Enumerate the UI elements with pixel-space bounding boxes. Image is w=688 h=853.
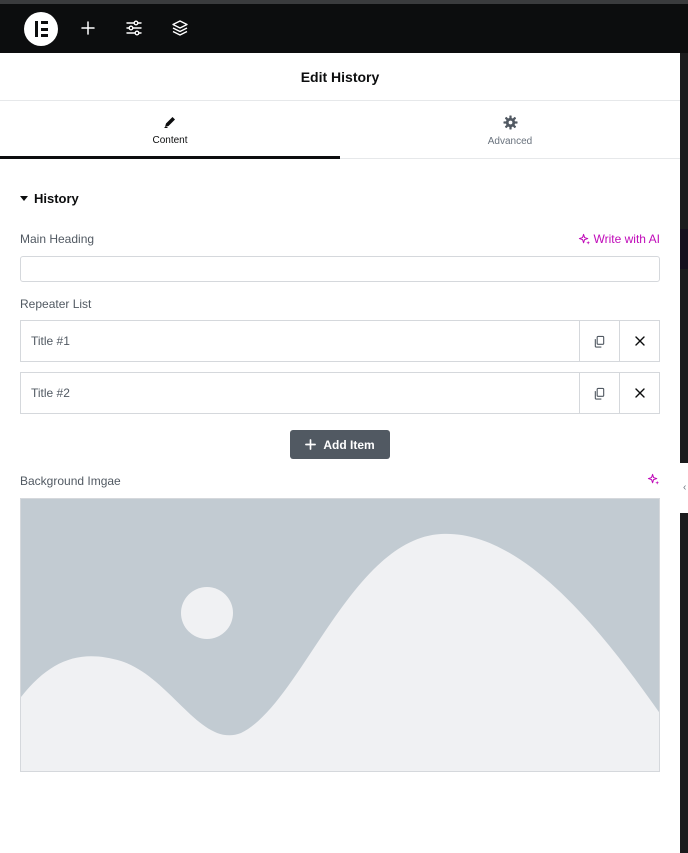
ai-image-button[interactable]	[647, 473, 660, 491]
caret-down-icon	[20, 196, 28, 201]
remove-item-button[interactable]	[619, 373, 659, 413]
ai-sparkle-icon	[647, 473, 660, 485]
repeater-item-title[interactable]: Title #2	[21, 373, 579, 413]
ai-sparkle-icon	[578, 233, 590, 245]
preview-edge: ‹	[680, 53, 688, 853]
logo-bar	[41, 27, 48, 31]
close-icon	[634, 336, 645, 346]
layers-icon	[172, 20, 188, 36]
logo-bar	[35, 21, 38, 37]
close-icon	[634, 388, 645, 398]
add-item-button[interactable]: Add Item	[290, 430, 390, 459]
duplicate-item-button[interactable]	[579, 373, 619, 413]
tab-content-label: Content	[152, 135, 188, 146]
editor-panel: Edit History Content Advanced History Ma…	[0, 53, 680, 853]
copy-icon	[594, 335, 605, 348]
section-title: History	[34, 191, 79, 206]
main-heading-label: Main Heading	[20, 232, 95, 246]
tab-content[interactable]: Content	[0, 101, 340, 159]
write-with-ai-label: Write with AI	[593, 232, 660, 246]
remove-item-button[interactable]	[619, 321, 659, 361]
logo-bar	[41, 21, 48, 24]
repeater-item: Title #1	[20, 320, 660, 362]
add-element-button[interactable]	[76, 16, 100, 40]
sliders-icon	[126, 20, 142, 36]
panel-tabs: Content Advanced	[0, 101, 680, 159]
copy-icon	[594, 387, 605, 400]
add-item-label: Add Item	[323, 437, 375, 452]
tab-advanced-label: Advanced	[487, 135, 533, 147]
plus-icon	[81, 21, 95, 35]
repeater-item-title[interactable]: Title #1	[21, 321, 579, 361]
panel-title: Edit History	[0, 53, 680, 101]
section-toggle-history[interactable]: History	[20, 191, 79, 206]
site-settings-button[interactable]	[122, 16, 146, 40]
pencil-icon	[164, 117, 175, 128]
elementor-logo[interactable]	[24, 12, 58, 46]
write-with-ai-button[interactable]: Write with AI	[578, 232, 660, 246]
main-heading-input[interactable]	[20, 256, 660, 282]
image-placeholder-icon	[21, 499, 659, 771]
editor-topbar	[0, 0, 688, 53]
collapse-panel-tab[interactable]: ‹	[680, 463, 688, 513]
plus-icon	[305, 439, 317, 450]
chevron-left-icon: ‹	[683, 482, 687, 493]
repeater-item: Title #2	[20, 372, 660, 414]
background-image-label: Background Imgae	[20, 474, 121, 488]
gear-icon	[502, 114, 518, 130]
logo-bar	[41, 34, 48, 37]
background-image-picker[interactable]	[20, 498, 660, 772]
repeater-list-label: Repeater List	[20, 297, 92, 311]
preview-edge-accent	[680, 229, 688, 269]
structure-button[interactable]	[168, 16, 192, 40]
tab-advanced[interactable]: Advanced	[340, 101, 680, 158]
duplicate-item-button[interactable]	[579, 321, 619, 361]
